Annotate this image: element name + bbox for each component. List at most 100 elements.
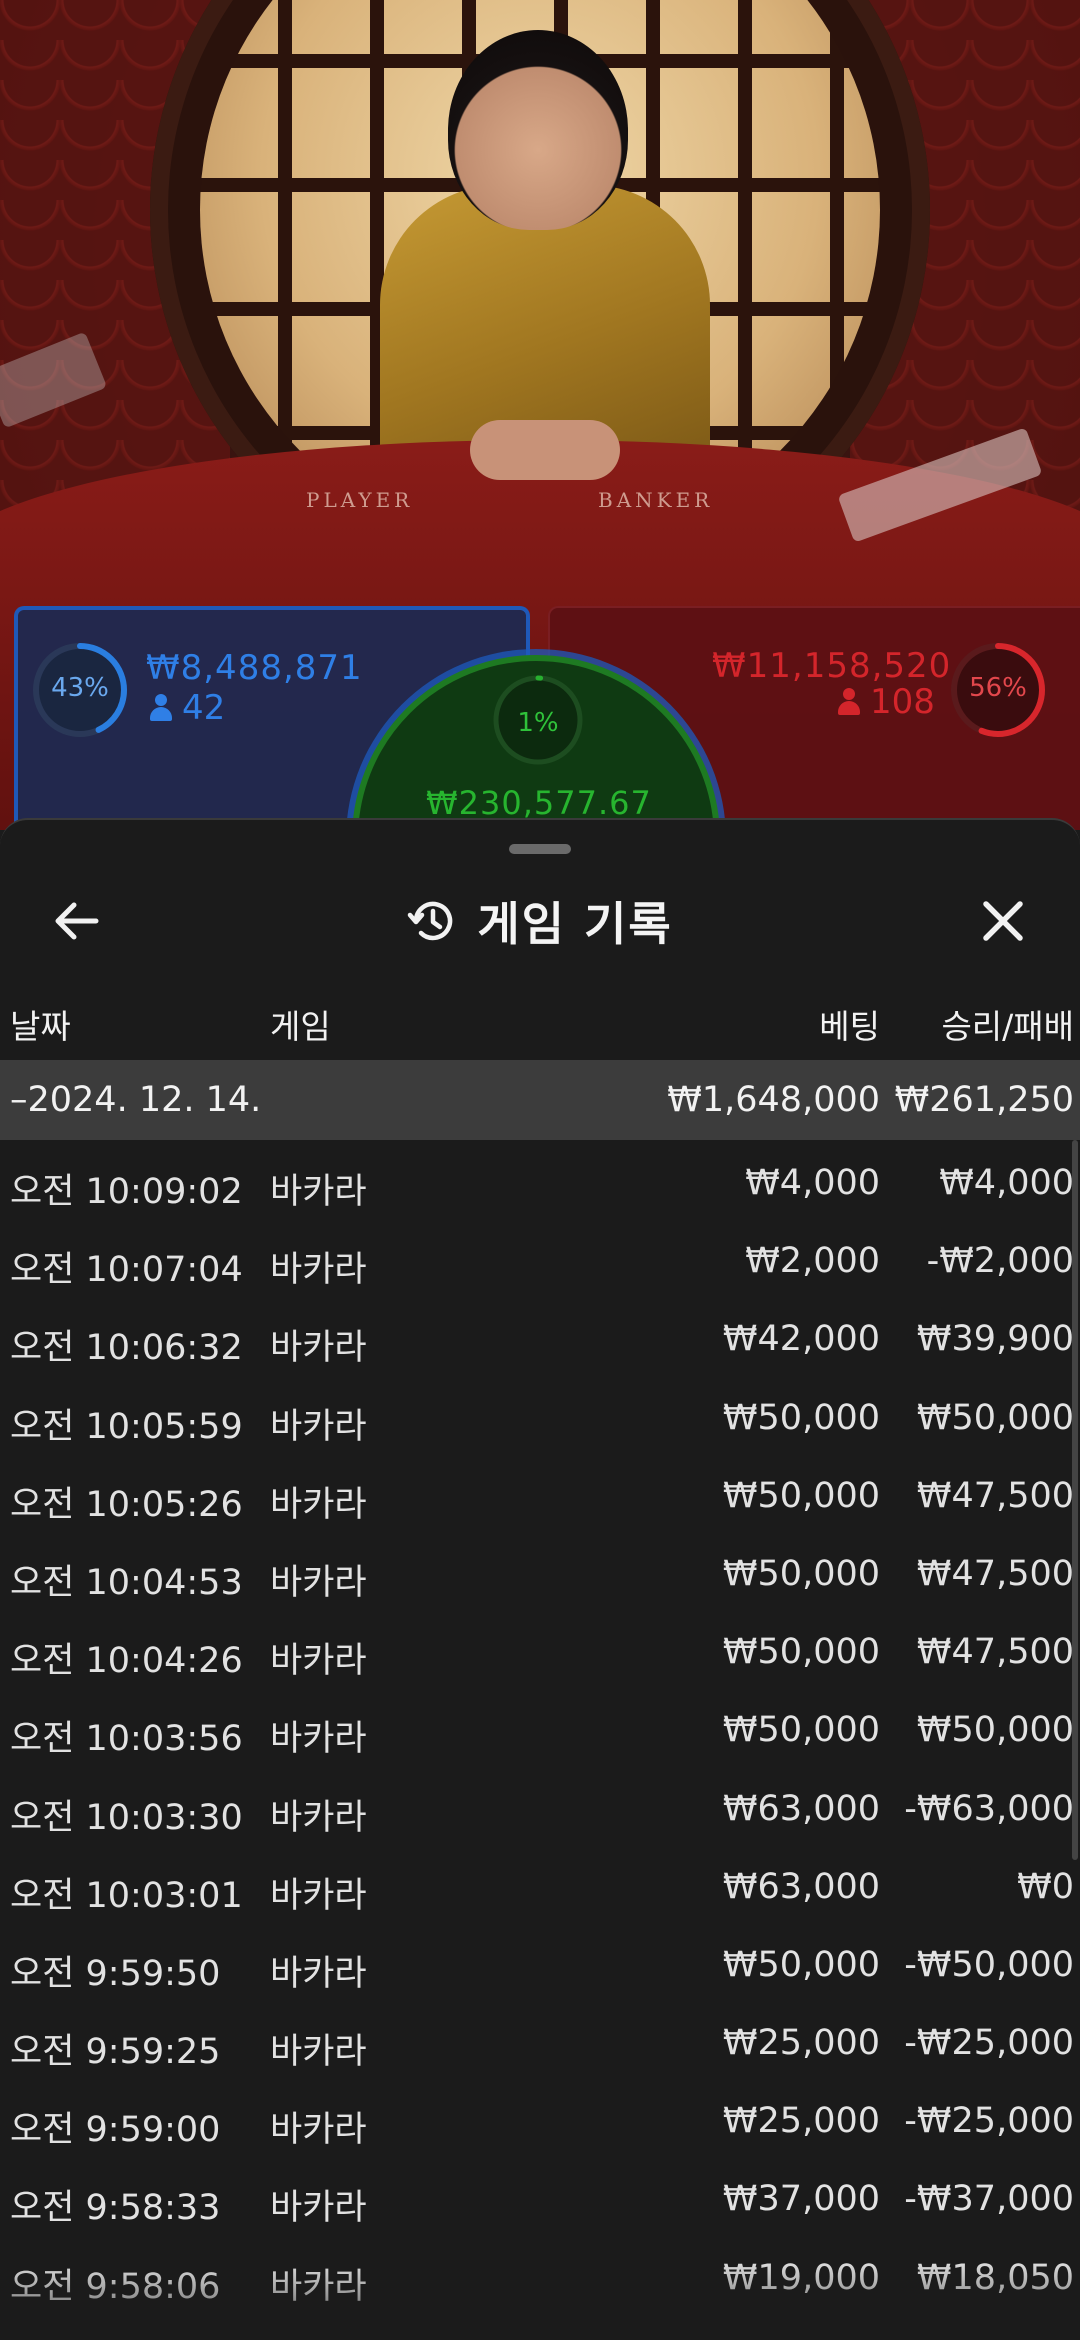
- column-header-result[interactable]: 승리/패배: [941, 1000, 1074, 1048]
- row-bet: ₩25,000: [722, 2101, 880, 2142]
- row-bet: ₩63,000: [722, 1788, 880, 1829]
- row-time: 오전 10:05:59: [10, 1406, 243, 1447]
- row-result: ₩0: [1017, 1866, 1074, 1907]
- drag-handle[interactable]: [509, 844, 571, 854]
- history-list: 오전 10:09:02 바카라 ₩4,000 ₩4,000 오전 10:07:04 바카라…: [0, 1143, 1080, 2316]
- row-result: ₩47,500: [916, 1632, 1074, 1673]
- history-row[interactable]: 오전 10:05:26 바카라 ₩50,000 ₩47,500: [0, 1456, 1080, 1534]
- row-time: 오전 9:59:25: [10, 2032, 221, 2073]
- column-header-game[interactable]: 게임: [270, 1000, 331, 1048]
- sheet-title: 게임 기록: [477, 897, 673, 951]
- player-amount: ₩8,488,871: [146, 648, 363, 688]
- game-history-sheet: 게임 기록 날짜 게임 베팅 승리/패배 –2024. 12. 14. ₩1,6…: [0, 818, 1080, 2340]
- tie-percent: 1%: [517, 708, 559, 738]
- history-row[interactable]: 오전 10:07:04 바카라 ₩2,000 -₩2,000: [0, 1221, 1080, 1299]
- row-result: -₩25,000: [904, 2101, 1074, 2142]
- row-bet: ₩42,000: [722, 1319, 880, 1360]
- live-video: PLAYER BANKER 43% ₩8,488,871 42 56% ₩11,…: [0, 0, 1080, 830]
- history-row[interactable]: 오전 10:05:59 바카라 ₩50,000 ₩50,000: [0, 1378, 1080, 1456]
- banker-user-count: 108: [870, 682, 935, 722]
- row-time: 오전 10:04:53: [10, 1562, 243, 1603]
- row-time: 오전 10:09:02: [10, 1172, 243, 1212]
- row-time: 오전 10:03:30: [10, 1797, 243, 1838]
- row-game: 바카라: [270, 2110, 367, 2151]
- row-result: -₩37,000: [904, 2179, 1074, 2220]
- row-bet: ₩50,000: [722, 1944, 880, 1985]
- row-result: ₩47,500: [916, 1553, 1074, 1594]
- row-game: 바카라: [270, 1797, 367, 1838]
- history-row[interactable]: 오전 9:59:25 바카라 ₩25,000 -₩25,000: [0, 2003, 1080, 2081]
- row-result: ₩4,000: [939, 1163, 1074, 1203]
- row-game: 바카라: [270, 1406, 367, 1447]
- scrollbar[interactable]: [1072, 1140, 1078, 1860]
- row-result: -₩63,000: [904, 1788, 1074, 1829]
- table-label-player: PLAYER: [306, 488, 414, 512]
- row-result: ₩39,900: [916, 1319, 1074, 1360]
- row-bet: ₩50,000: [722, 1475, 880, 1516]
- date-group-row[interactable]: –2024. 12. 14. ₩1,648,000 ₩261,250: [0, 1060, 1080, 1140]
- player-users: 42: [150, 688, 225, 728]
- history-row[interactable]: 오전 10:03:01 바카라 ₩63,000 ₩0: [0, 1847, 1080, 1925]
- row-time: 오전 10:05:26: [10, 1484, 243, 1525]
- player-user-count: 42: [182, 688, 226, 728]
- list-fade: [0, 2260, 1080, 2340]
- dealer-hands: [470, 420, 620, 480]
- row-game: 바카라: [270, 2032, 367, 2073]
- row-game: 바카라: [270, 1172, 367, 1212]
- history-row[interactable]: 오전 10:04:53 바카라 ₩50,000 ₩47,500: [0, 1534, 1080, 1612]
- history-row[interactable]: 오전 10:09:02 바카라 ₩4,000 ₩4,000: [0, 1143, 1080, 1221]
- row-game: 바카라: [270, 1328, 367, 1369]
- row-result: ₩47,500: [916, 1475, 1074, 1516]
- row-time: 오전 10:03:56: [10, 1719, 243, 1760]
- row-game: 바카라: [270, 2188, 367, 2229]
- row-bet: ₩63,000: [722, 1866, 880, 1907]
- dealer-head: [448, 30, 628, 230]
- row-time: 오전 9:59:50: [10, 1953, 221, 1994]
- row-game: 바카라: [270, 1562, 367, 1603]
- row-bet: ₩37,000: [722, 2179, 880, 2220]
- row-bet: ₩25,000: [722, 2023, 880, 2064]
- history-row[interactable]: 오전 10:06:32 바카라 ₩42,000 ₩39,900: [0, 1299, 1080, 1377]
- date-group-total-bet: ₩1,648,000: [667, 1080, 880, 1120]
- row-game: 바카라: [270, 1953, 367, 1994]
- column-header-bet[interactable]: 베팅: [819, 1000, 880, 1048]
- row-bet: ₩2,000: [745, 1241, 880, 1282]
- date-group-total-result: ₩261,250: [894, 1080, 1074, 1120]
- close-icon: [983, 901, 1023, 941]
- date-group-label: –2024. 12. 14.: [10, 1080, 262, 1120]
- history-row[interactable]: 오전 10:03:30 바카라 ₩63,000 -₩63,000: [0, 1769, 1080, 1847]
- row-game: 바카라: [270, 1641, 367, 1682]
- row-result: ₩50,000: [916, 1397, 1074, 1438]
- row-game: 바카라: [270, 1875, 367, 1916]
- row-bet: ₩50,000: [722, 1397, 880, 1438]
- row-time: 오전 10:06:32: [10, 1328, 243, 1369]
- banker-percent: 56%: [969, 673, 1027, 703]
- row-time: 오전 10:07:04: [10, 1250, 243, 1291]
- row-bet: ₩50,000: [722, 1632, 880, 1673]
- user-icon: [150, 694, 172, 722]
- row-time: 오전 10:04:26: [10, 1641, 243, 1682]
- history-row[interactable]: 오전 9:59:00 바카라 ₩25,000 -₩25,000: [0, 2081, 1080, 2159]
- row-game: 바카라: [270, 1484, 367, 1525]
- row-game: 바카라: [270, 1250, 367, 1291]
- tie-amount: ₩230,577.67: [426, 784, 652, 822]
- row-result: -₩2,000: [926, 1241, 1074, 1282]
- player-percent: 43%: [51, 673, 109, 703]
- history-row[interactable]: 오전 9:58:33 바카라 ₩37,000 -₩37,000: [0, 2159, 1080, 2237]
- row-game: 바카라: [270, 1719, 367, 1760]
- row-bet: ₩50,000: [722, 1710, 880, 1751]
- close-button[interactable]: [968, 886, 1038, 956]
- sheet-header: 게임 기록: [0, 886, 1080, 956]
- row-bet: ₩50,000: [722, 1553, 880, 1594]
- table-label-banker: BANKER: [598, 488, 714, 512]
- history-row[interactable]: 오전 10:04:26 바카라 ₩50,000 ₩47,500: [0, 1612, 1080, 1690]
- history-icon: [408, 901, 453, 941]
- column-header-date[interactable]: 날짜: [10, 1000, 71, 1048]
- row-result: -₩50,000: [904, 1944, 1074, 1985]
- row-result: -₩25,000: [904, 2023, 1074, 2064]
- user-icon: [838, 688, 860, 716]
- row-bet: ₩4,000: [745, 1163, 880, 1203]
- row-result: ₩50,000: [916, 1710, 1074, 1751]
- history-row[interactable]: 오전 10:03:56 바카라 ₩50,000 ₩50,000: [0, 1690, 1080, 1768]
- history-row[interactable]: 오전 9:59:50 바카라 ₩50,000 -₩50,000: [0, 1925, 1080, 2003]
